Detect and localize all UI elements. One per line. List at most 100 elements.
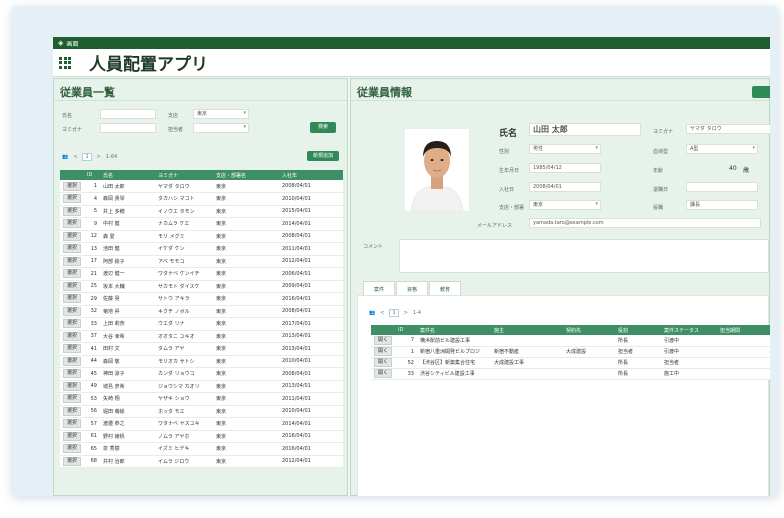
employee-join-date: 2017/04/01 bbox=[279, 317, 343, 331]
employee-row[interactable]: 選択 37 大谷 幸希 オオタニ ユキオ 東京 2013/04/01 bbox=[60, 330, 343, 343]
employee-join-date: 2013/04/01 bbox=[279, 330, 343, 343]
next-page-button[interactable]: > bbox=[404, 310, 408, 316]
select-row-button[interactable]: 選択 bbox=[63, 331, 82, 341]
project-name: 渋谷シティビル建設工事 bbox=[417, 368, 491, 380]
employee-row[interactable]: 選択 53 矢崎 翔ヤザキ ショウ 東京 2011/04/01 bbox=[60, 392, 343, 406]
branch-select[interactable]: 東京 bbox=[529, 200, 601, 210]
employee-row[interactable]: 選択 17 阿部 絵子 アベ モモコ 東京 2012/04/01 bbox=[60, 255, 343, 268]
select-row-button[interactable]: 選択 bbox=[63, 406, 82, 416]
select-row-button[interactable]: 選択 bbox=[63, 431, 82, 441]
employee-id: 33 bbox=[84, 317, 100, 331]
open-project-button[interactable]: 開く bbox=[374, 347, 393, 356]
employee-name: 神田 涼子 bbox=[100, 367, 155, 381]
employee-row[interactable]: 選択 12 森 愛モリ メグミ 東京 2008/04/01 bbox=[60, 230, 343, 243]
employee-row[interactable]: 選択 41 田村 文タムラ アヤ 東京 2013/04/01 bbox=[60, 342, 343, 356]
project-pager: 👥 < 1 > 1-4 bbox=[369, 309, 421, 317]
employee-row[interactable]: 選択 49 城島 彦希 ジョウシマ カオリ 東京 2013/04/01 bbox=[60, 380, 343, 393]
select-row-button[interactable]: 選択 bbox=[63, 419, 82, 429]
save-button[interactable] bbox=[752, 86, 770, 98]
employee-branch: 東京 bbox=[213, 367, 279, 381]
project-period bbox=[717, 357, 770, 369]
employee-row[interactable]: 選択 9 中村 健ナカムラ ケエ 東京 2014/04/01 bbox=[60, 217, 343, 231]
select-row-button[interactable]: 選択 bbox=[63, 394, 82, 404]
app-launcher-icon[interactable] bbox=[59, 56, 71, 69]
employee-kana: ヤマダ タロウ bbox=[155, 180, 213, 193]
employee-row[interactable]: 選択 5 井上 多穂 イノウエ タモン 東京 2015/04/01 bbox=[60, 205, 343, 218]
join-input[interactable]: 2008/04/01 bbox=[529, 182, 601, 192]
select-row-button[interactable]: 選択 bbox=[63, 306, 82, 316]
employee-join-date: 2015/04/01 bbox=[279, 205, 343, 218]
email-input[interactable]: yamada.taro@example.com bbox=[529, 218, 761, 228]
select-row-button[interactable]: 選択 bbox=[63, 231, 82, 241]
open-project-button[interactable]: 開く bbox=[374, 358, 393, 367]
name-search-input[interactable] bbox=[100, 109, 156, 119]
employee-row[interactable]: 選択 1 山田 太郎 ヤマダ タロウ 東京 2008/04/01 bbox=[60, 180, 343, 193]
employee-row[interactable]: 選択 4 森岡 貴琴 タカハシ マコト 東京 2010/04/01 bbox=[60, 192, 343, 206]
age-unit: 歳 bbox=[743, 167, 750, 174]
select-row-button[interactable]: 選択 bbox=[63, 256, 82, 266]
comment-textarea[interactable] bbox=[399, 239, 769, 273]
employee-join-date: 2012/04/01 bbox=[279, 255, 343, 268]
project-row[interactable]: 開く 52 【渋谷区】新築集合住宅 大成建設工事 所長 担当者 bbox=[371, 357, 770, 369]
dept-select[interactable] bbox=[193, 123, 249, 133]
select-row-button[interactable]: 選択 bbox=[63, 281, 82, 291]
detail-name-input[interactable]: 山田 太郎 bbox=[529, 123, 641, 136]
select-row-button[interactable]: 選択 bbox=[63, 219, 82, 229]
select-row-button[interactable]: 選択 bbox=[63, 381, 82, 391]
open-project-button[interactable]: 開く bbox=[374, 369, 393, 378]
select-row-button[interactable]: 選択 bbox=[63, 244, 82, 254]
birth-label: 生年月日 bbox=[499, 168, 520, 174]
employee-row[interactable]: 選択 44 森岡 敬モリオカ サトシ 東京 2010/04/01 bbox=[60, 355, 343, 368]
prev-page-button[interactable]: < bbox=[380, 310, 384, 316]
employee-row[interactable]: 選択 32 菊地 昇キクチ ノボル 東京 2008/04/01 bbox=[60, 305, 343, 318]
select-row-button[interactable]: 選択 bbox=[63, 444, 82, 454]
detail-kana-input[interactable]: ヤマダ タロウ bbox=[686, 124, 770, 134]
select-row-button[interactable]: 選択 bbox=[63, 456, 82, 466]
select-row-button[interactable]: 選択 bbox=[63, 294, 82, 304]
kana-search-input[interactable] bbox=[100, 123, 156, 133]
blood-select[interactable]: A型 bbox=[686, 144, 758, 154]
page-number[interactable]: 1 bbox=[82, 153, 92, 161]
employee-row[interactable]: 選択 13 池田 健イケダ ケン 東京 2011/04/01 bbox=[60, 242, 343, 256]
employee-row[interactable]: 選択 65 泉 秀樹 イズミ ヒデキ 東京 2016/04/01 bbox=[60, 442, 343, 456]
employee-row[interactable]: 選択 45 神田 涼子 カンダ リョウコ 東京 2008/04/01 bbox=[60, 367, 343, 381]
employee-row[interactable]: 選択 21 渡辺 健一 ワタナベ ケンイチ 東京 2006/04/01 bbox=[60, 267, 343, 281]
open-project-button[interactable]: 開く bbox=[374, 335, 393, 345]
employee-table-header: ID 氏名 ヨミガナ 支店・部署名 入社年 bbox=[60, 170, 343, 180]
employee-row[interactable]: 選択 25 坂本 大輔 サカモト ダイスケ 東京 2009/04/01 bbox=[60, 280, 343, 293]
page-number[interactable]: 1 bbox=[389, 309, 399, 317]
employee-row[interactable]: 選択 33 上田 莉奈 ウエダ リナ 東京 2017/04/01 bbox=[60, 317, 343, 331]
employee-row[interactable]: 選択 56 堀田 萌絵 ホッタ モエ 東京 2010/04/01 bbox=[60, 405, 343, 418]
employee-join-date: 2011/04/01 bbox=[279, 392, 343, 406]
office-select[interactable]: 東京 bbox=[193, 109, 249, 119]
gender-select[interactable]: 男性 bbox=[529, 144, 601, 154]
select-row-button[interactable]: 選択 bbox=[63, 269, 82, 279]
select-row-button[interactable]: 選択 bbox=[63, 206, 82, 216]
next-page-button[interactable]: > bbox=[97, 154, 101, 160]
col-name: 氏名 bbox=[100, 170, 155, 180]
project-row[interactable]: 開く 7 横浜駅前ビル建設工事 所長 引渡中 bbox=[371, 335, 770, 347]
employee-row[interactable]: 選択 29 佐藤 晃サトウ アキラ 東京 2016/04/01 bbox=[60, 292, 343, 306]
employee-row[interactable]: 選択 61 野村 綾帆 ノムラ アヤホ 東京 2016/04/01 bbox=[60, 430, 343, 443]
employee-kana: ヤザキ ショウ bbox=[155, 392, 213, 406]
role-input[interactable]: 課長 bbox=[686, 200, 758, 210]
select-row-button[interactable]: 選択 bbox=[63, 181, 82, 191]
birth-input[interactable]: 1985/04/12 bbox=[529, 163, 601, 173]
col-join-date: 入社年 bbox=[279, 170, 343, 180]
search-button[interactable]: 検索 bbox=[310, 122, 336, 133]
select-row-button[interactable]: 選択 bbox=[63, 369, 82, 379]
project-row[interactable]: 開く 33 渋谷シティビル建設工事 所長 施工中 bbox=[371, 368, 770, 380]
retire-input[interactable] bbox=[686, 182, 758, 192]
employee-row[interactable]: 選択 68 井村 治郎 イムラ ジロウ 東京 2012/04/01 bbox=[60, 455, 343, 468]
select-row-button[interactable]: 選択 bbox=[63, 356, 82, 366]
col-proj-name: 案件名 bbox=[417, 325, 491, 335]
employee-join-date: 2013/04/01 bbox=[279, 342, 343, 356]
prev-page-button[interactable]: < bbox=[73, 154, 77, 160]
add-employee-button[interactable]: 新規追加 bbox=[307, 151, 339, 161]
select-row-button[interactable]: 選択 bbox=[63, 194, 82, 204]
employee-row[interactable]: 選択 57 渡邉 恭之 ワタナベ ヤスユキ 東京 2014/04/01 bbox=[60, 417, 343, 431]
select-row-button[interactable]: 選択 bbox=[63, 344, 82, 354]
employee-join-date: 2016/04/01 bbox=[279, 442, 343, 456]
select-row-button[interactable]: 選択 bbox=[63, 319, 82, 329]
project-row[interactable]: 開く 1 新宿八重洲開発ビルプロジ 新宿不動産 大成建設 担当者 引渡中 bbox=[371, 346, 770, 358]
